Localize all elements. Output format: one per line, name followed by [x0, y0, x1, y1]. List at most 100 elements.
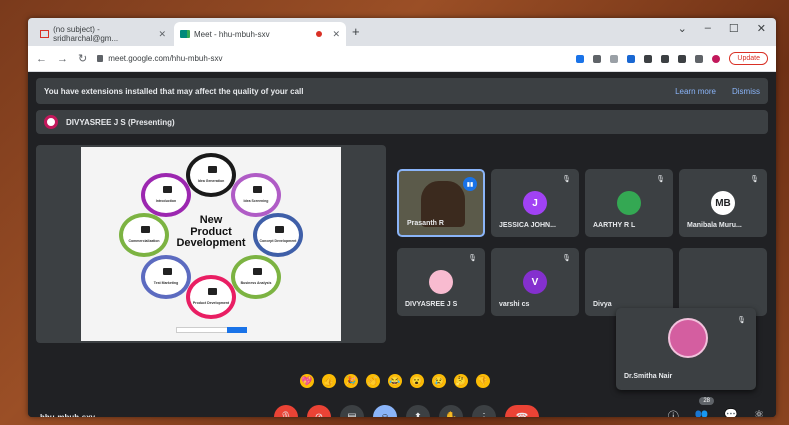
petal-concept-development: Concept Development [253, 213, 303, 257]
mic-off-icon: 🎙 [468, 255, 477, 262]
more-options-button[interactable]: ⋮ [472, 405, 496, 417]
gmail-icon [40, 30, 50, 38]
briefcase-icon [275, 226, 284, 233]
url-field[interactable]: meet.google.com/hhu-mbuh-sxv [97, 50, 527, 68]
sad-reaction[interactable]: 😢 [432, 374, 446, 388]
participant-name: AARTHY R L [593, 222, 636, 229]
chat-icon[interactable]: 💬 [724, 408, 738, 417]
activities-icon[interactable]: ⚛ [754, 408, 764, 417]
participant-tile[interactable] [679, 248, 767, 316]
info-icon[interactable]: ⓘ [668, 408, 679, 417]
star-icon[interactable] [610, 54, 619, 63]
clap-reaction[interactable]: 👏 [366, 374, 380, 388]
petal-idea-screening: Idea Screening [231, 173, 281, 217]
camera-icon [163, 186, 172, 193]
participant-tile[interactable]: MB 🎙 Manibala Muru... [679, 169, 767, 237]
mic-off-icon: 🎙 [737, 317, 746, 324]
petal-commercialization: Commercialization [119, 213, 169, 257]
people-icon [253, 186, 262, 193]
window-controls: ⌄ – ☐ ✕ [678, 22, 766, 35]
mic-off-icon: 🎙 [656, 176, 665, 183]
participant-name: Dr.Smitha Nair [624, 373, 673, 380]
party-reaction[interactable]: 🎉 [344, 374, 358, 388]
laugh-reaction[interactable]: 😂 [388, 374, 402, 388]
participant-tile[interactable]: 🎙 AARTHY R L [585, 169, 673, 237]
mic-off-icon: 🎙 [562, 255, 571, 262]
browser-window: (no subject) - sridharchal@gm... ✕ Meet … [28, 18, 776, 417]
mic-off-icon: 🎙 [562, 176, 571, 183]
forward-icon[interactable]: → [57, 53, 68, 65]
extensions-row: Update [576, 52, 768, 65]
back-icon[interactable]: ← [36, 53, 47, 65]
slide-button [227, 327, 247, 333]
present-button[interactable]: ⬆ [406, 405, 430, 417]
dismiss-button[interactable]: Dismiss [732, 87, 760, 96]
reload-icon[interactable]: ↻ [78, 52, 87, 65]
participant-tile[interactable]: J 🎙 JESSICA JOHN... [491, 169, 579, 237]
close-window-icon[interactable]: ✕ [757, 22, 766, 35]
participant-name: Prasanth R [407, 220, 444, 227]
thumbs-up-reaction[interactable]: 👍 [322, 374, 336, 388]
learn-more-link[interactable]: Learn more [675, 87, 716, 96]
puzzle-icon[interactable] [678, 54, 687, 63]
floating-participant-tile[interactable]: 🎙 Dr.Smitha Nair [616, 308, 756, 390]
extension-icon[interactable] [627, 54, 636, 63]
avatar: MB [711, 191, 735, 215]
slide-center-title: New Product Development [176, 214, 246, 250]
end-call-button[interactable]: ☎ [505, 405, 539, 417]
tab-gmail[interactable]: (no subject) - sridharchal@gm... ✕ [34, 22, 172, 46]
presentation-stage: Idea Generation Idea Screening Concept D… [36, 145, 386, 343]
shared-slide: Idea Generation Idea Screening Concept D… [81, 147, 341, 341]
participant-name: DIVYASREE J S [405, 301, 458, 308]
chevron-down-icon[interactable]: ⌄ [678, 22, 687, 35]
participant-tile[interactable]: ▮▮ Prasanth R [397, 169, 485, 237]
presenter-bar: DIVYASREE J S (Presenting) [36, 110, 768, 134]
meeting-code: hhu-mbuh-sxv [40, 413, 95, 417]
reactions-bar: 💖 👍 🎉 👏 😂 😮 😢 🤔 👎 [300, 374, 490, 388]
participant-name: Manibala Muru... [687, 222, 742, 229]
captions-button[interactable]: ▤ [340, 405, 364, 417]
surprised-reaction[interactable]: 😮 [410, 374, 424, 388]
avatar [617, 191, 641, 215]
update-button[interactable]: Update [729, 52, 768, 65]
tab-title: Meet - hhu-mbuh-sxv [194, 29, 270, 39]
close-icon[interactable]: ✕ [158, 29, 166, 40]
lock-icon [97, 55, 104, 62]
extension-icon[interactable] [661, 54, 670, 63]
new-tab-button[interactable]: + [352, 24, 360, 39]
participant-tile[interactable]: Divya [585, 248, 673, 316]
speaking-icon: ▮▮ [463, 177, 477, 191]
banner-message: You have extensions installed that may a… [44, 86, 304, 96]
minimize-icon[interactable]: – [705, 22, 711, 35]
mic-off-button[interactable]: 🎙 [274, 405, 298, 417]
participant-tile[interactable]: V 🎙 varshi cs [491, 248, 579, 316]
tab-meet[interactable]: Meet - hhu-mbuh-sxv ✕ [174, 22, 346, 46]
call-controls: 🎙 ⊘ ▤ ☺ ⬆ ✋ ⋮ ☎ [274, 405, 539, 417]
camera-icon[interactable] [576, 54, 585, 63]
mic-off-icon: 🎙 [750, 176, 759, 183]
raise-hand-button[interactable]: ✋ [439, 405, 463, 417]
sidepanel-icon[interactable] [695, 54, 704, 63]
profile-avatar[interactable] [712, 54, 721, 63]
thumbs-down-reaction[interactable]: 👎 [476, 374, 490, 388]
share-icon[interactable] [593, 54, 602, 63]
participant-tile[interactable]: 🎙 DIVYASREE J S [397, 248, 485, 316]
participant-name: JESSICA JOHN... [499, 222, 556, 229]
reactions-button[interactable]: ☺ [373, 405, 397, 417]
extensions-banner: You have extensions installed that may a… [36, 78, 768, 104]
camera-off-button[interactable]: ⊘ [307, 405, 331, 417]
people-icon[interactable]: 👥 [695, 408, 709, 417]
thinking-reaction[interactable]: 🤔 [454, 374, 468, 388]
url-text: meet.google.com/hhu-mbuh-sxv [108, 54, 223, 63]
tab-title: (no subject) - sridharchal@gm... [53, 25, 119, 43]
participant-count-badge: 28 [699, 397, 714, 405]
maximize-icon[interactable]: ☐ [729, 22, 739, 35]
close-icon[interactable]: ✕ [332, 29, 340, 40]
meet-icon [180, 30, 190, 38]
people-icon [141, 226, 150, 233]
heart-reaction[interactable]: 💖 [300, 374, 314, 388]
avatar [429, 270, 453, 294]
petal-introduction: Introduction [141, 173, 191, 217]
extension-icon[interactable] [644, 54, 653, 63]
presenter-avatar [44, 115, 58, 129]
